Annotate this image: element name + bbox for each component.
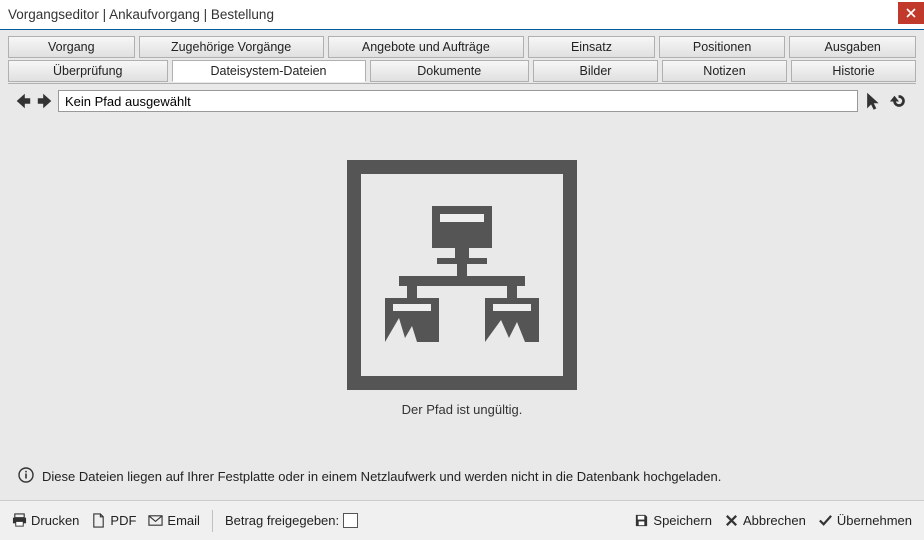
footer-separator (212, 510, 213, 532)
info-bar: Diese Dateien liegen auf Ihrer Festplatt… (14, 457, 910, 494)
content-wrap: Vorgang Zugehörige Vorgänge Angebote und… (0, 30, 924, 500)
tab-label: Angebote und Aufträge (362, 40, 490, 54)
cancel-label: Abbrechen (743, 513, 806, 528)
check-icon (818, 513, 833, 528)
tab-label: Notizen (703, 64, 745, 78)
window-title: Vorgangseditor | Ankaufvorgang | Bestell… (8, 7, 898, 22)
info-icon (18, 467, 34, 486)
tab-ueberpruefung[interactable]: Überprüfung (8, 60, 168, 82)
cancel-button[interactable]: Abbrechen (724, 513, 806, 528)
tab-dokumente[interactable]: Dokumente (370, 60, 530, 82)
close-icon (906, 8, 916, 18)
tab-label: Vorgang (48, 40, 95, 54)
cancel-icon (724, 513, 739, 528)
main-panel: Vorgang Zugehörige Vorgänge Angebote und… (8, 36, 916, 500)
email-button[interactable]: Email (148, 513, 200, 528)
tab-notizen[interactable]: Notizen (662, 60, 787, 82)
tab-angebote-auftraege[interactable]: Angebote und Aufträge (328, 36, 525, 58)
save-icon (634, 513, 649, 528)
release-label: Betrag freigegeben: (225, 513, 339, 528)
email-label: Email (167, 513, 200, 528)
tab-vorgang[interactable]: Vorgang (8, 36, 135, 58)
info-text: Diese Dateien liegen auf Ihrer Festplatt… (42, 469, 721, 484)
tab-label: Dokumente (417, 64, 481, 78)
nav-forward-button[interactable] (36, 92, 54, 110)
invalid-path-message: Der Pfad ist ungültig. (402, 402, 523, 417)
tab-positionen[interactable]: Positionen (659, 36, 786, 58)
tab-zugehoerige-vorgaenge[interactable]: Zugehörige Vorgänge (139, 36, 324, 58)
cursor-icon (864, 92, 882, 110)
amount-released-field: Betrag freigegeben: (225, 513, 358, 528)
tab-label: Ausgaben (825, 40, 881, 54)
path-input[interactable] (58, 90, 858, 112)
network-error-icon (347, 160, 577, 390)
tab-historie[interactable]: Historie (791, 60, 916, 82)
pdf-icon (91, 513, 106, 528)
tab-ausgaben[interactable]: Ausgaben (789, 36, 916, 58)
tab-label: Zugehörige Vorgänge (171, 40, 291, 54)
email-icon (148, 513, 163, 528)
apply-button[interactable]: Übernehmen (818, 513, 912, 528)
apply-label: Übernehmen (837, 513, 912, 528)
save-label: Speichern (653, 513, 712, 528)
pdf-button[interactable]: PDF (91, 513, 136, 528)
tab-label: Historie (832, 64, 874, 78)
undo-button[interactable] (888, 92, 910, 110)
tab-einsatz[interactable]: Einsatz (528, 36, 655, 58)
tabs-row-2: Überprüfung Dateisystem-Dateien Dokument… (8, 60, 916, 82)
cursor-select-button[interactable] (862, 92, 884, 110)
tab-label: Positionen (693, 40, 751, 54)
footer-bar: Drucken PDF Email Betrag freigegeben: Sp… (0, 500, 924, 540)
tab-body: Der Pfad ist ungültig. Diese Dateien lie… (8, 83, 916, 500)
release-checkbox[interactable] (343, 513, 358, 528)
tab-label: Überprüfung (53, 64, 123, 78)
save-button[interactable]: Speichern (634, 513, 712, 528)
nav-back-button[interactable] (14, 92, 32, 110)
close-button[interactable] (898, 2, 924, 24)
preview-area: Der Pfad ist ungültig. (14, 120, 910, 457)
printer-icon (12, 513, 27, 528)
file-navbar (14, 90, 910, 112)
print-button[interactable]: Drucken (12, 513, 79, 528)
tab-bilder[interactable]: Bilder (533, 60, 658, 82)
print-label: Drucken (31, 513, 79, 528)
tab-label: Dateisystem-Dateien (210, 64, 326, 78)
arrow-left-icon (14, 92, 32, 110)
tab-label: Bilder (580, 64, 612, 78)
pdf-label: PDF (110, 513, 136, 528)
window-titlebar: Vorgangseditor | Ankaufvorgang | Bestell… (0, 0, 924, 30)
tabs-row-1: Vorgang Zugehörige Vorgänge Angebote und… (8, 36, 916, 58)
tab-dateisystem-dateien[interactable]: Dateisystem-Dateien (172, 60, 366, 82)
arrow-right-icon (36, 92, 54, 110)
tab-label: Einsatz (571, 40, 612, 54)
undo-icon (890, 92, 908, 110)
